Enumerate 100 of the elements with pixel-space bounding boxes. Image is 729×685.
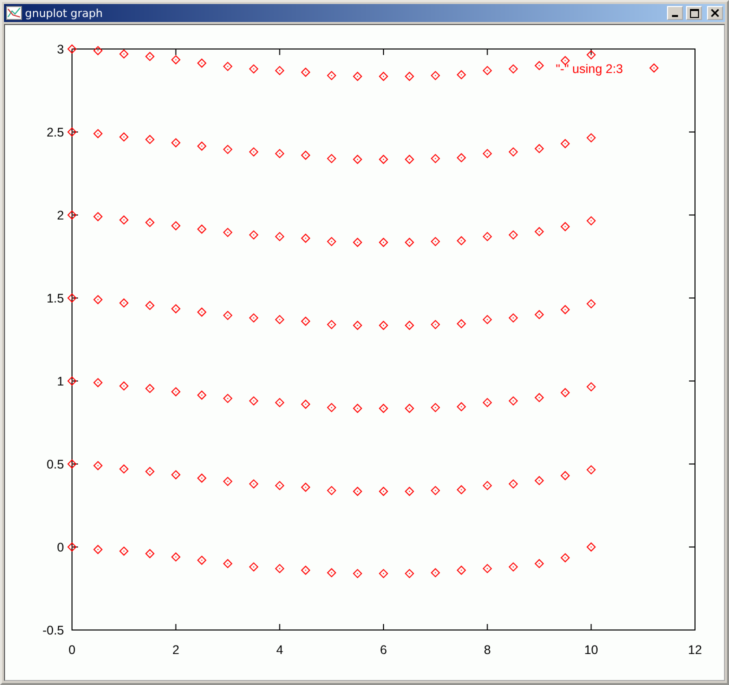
data-point [300,68,310,77]
data-point [586,133,596,143]
data-point [119,215,129,225]
data-point [145,384,155,394]
maximize-icon [690,8,698,18]
data-point [456,566,466,575]
data-point [67,542,77,552]
data-point [508,396,518,406]
tick-label: 0 [57,540,64,554]
tick-label: 2.5 [46,126,64,140]
data-point [93,212,103,222]
data-point [93,128,103,138]
data-point [67,210,77,220]
data-point [223,144,232,154]
data-point [378,238,388,248]
data-point [508,562,518,572]
data-point [145,52,155,62]
data-point [171,387,181,396]
data-point [249,147,258,157]
data-point [67,44,77,54]
data-point [430,568,440,578]
data-point [534,310,544,320]
data-point [404,568,414,578]
data-point [508,230,518,240]
data-point [223,228,232,238]
data-point [508,313,518,323]
tick-label: 1 [57,374,64,388]
tick-label: 6 [380,643,387,657]
data-point [482,232,492,242]
data-point [482,66,492,76]
minimize-button[interactable] [667,6,683,20]
data-point [508,479,518,489]
data-point [482,480,492,490]
data-point [560,470,570,480]
data-point [274,314,284,324]
data-point [456,402,466,412]
data-point [586,465,596,475]
data-point [534,392,544,402]
data-point [430,320,440,330]
data-point [430,402,440,412]
data-point [456,485,466,494]
data-point [430,236,440,246]
data-point [534,558,544,568]
data-point [482,148,492,158]
data-point [352,238,362,248]
data-point [119,546,129,556]
data-point [404,238,414,248]
data-point [482,398,492,408]
data-point [197,141,206,151]
data-point [560,304,570,314]
tick-label: 8 [484,643,491,657]
data-point [67,459,77,469]
data-point [197,556,206,565]
data-point [404,154,414,164]
data-point [93,544,103,554]
data-point [300,400,310,409]
data-point [274,480,284,490]
legend-label: "-" using 2:3 [556,62,623,76]
data-point [326,320,336,330]
data-point [352,320,362,330]
data-point [326,70,336,80]
close-button[interactable] [707,6,723,20]
data-point [326,486,336,496]
tick-label: 10 [584,643,598,657]
data-point [326,568,336,578]
data-point [352,72,362,82]
tick-label: 2 [172,643,180,657]
data-point [119,49,129,59]
data-point [404,320,414,330]
maximize-button[interactable] [686,6,702,20]
data-point [171,221,181,230]
data-point [223,394,232,404]
data-point [560,138,570,148]
data-point [378,568,388,578]
data-point [171,138,181,148]
data-point [586,299,596,309]
data-point [534,226,544,236]
data-point [274,148,284,158]
window-title: gnuplot graph [25,6,104,20]
data-point [274,66,284,76]
data-point [171,470,181,480]
data-point [378,404,388,414]
data-point [534,476,544,486]
data-point [326,236,336,246]
data-point [456,236,466,246]
tick-label: 0.5 [46,458,64,472]
data-point [352,154,362,164]
data-point [119,298,129,308]
tick-label: -0.5 [42,624,64,638]
tick-label: 3 [57,42,64,56]
data-point [534,60,544,70]
data-point [586,216,596,226]
data-point [560,222,570,232]
data-point [145,548,155,558]
data-point [93,378,103,388]
tick-label: 1.5 [46,292,64,306]
close-icon [711,9,719,17]
data-point [534,144,544,154]
data-point [249,396,258,406]
data-point [560,56,570,66]
